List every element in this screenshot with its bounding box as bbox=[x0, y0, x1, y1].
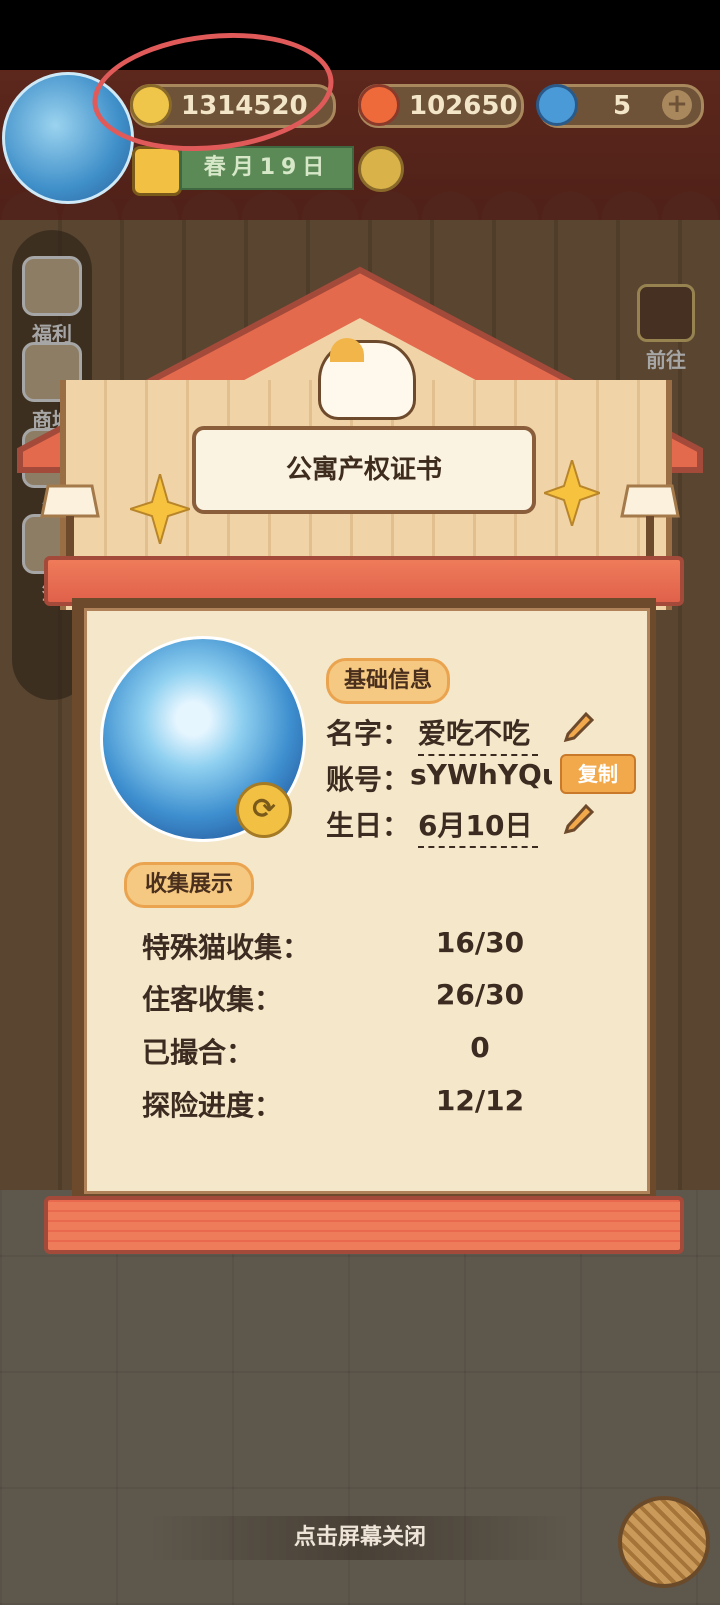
pencil-icon bbox=[563, 711, 595, 743]
collection-badge: 收集展示 bbox=[124, 862, 254, 908]
flame-icon bbox=[358, 84, 400, 126]
basic-info-badge: 基础信息 bbox=[326, 658, 450, 704]
special-cat-value: 16/30 bbox=[435, 926, 525, 959]
adventure-label: 探险进度： bbox=[142, 1089, 283, 1122]
wall-lamp-right-icon bbox=[620, 476, 680, 566]
add-fish-button[interactable]: + bbox=[662, 90, 692, 120]
copy-account-button[interactable]: 复制 bbox=[560, 754, 636, 794]
plus-icon: + bbox=[666, 89, 688, 119]
edit-birthday-button[interactable] bbox=[562, 800, 596, 835]
weather-icon[interactable] bbox=[358, 146, 404, 192]
resident-value: 26/30 bbox=[435, 978, 525, 1011]
scroll-bottom-bar bbox=[44, 1196, 684, 1254]
pencil-icon bbox=[563, 803, 595, 835]
wall-lamp-left-icon bbox=[40, 476, 100, 566]
birthday-label: 生日： bbox=[326, 809, 411, 842]
calendar-icon[interactable] bbox=[132, 146, 182, 196]
matched-value: 0 bbox=[470, 1031, 490, 1064]
adventure-value: 12/12 bbox=[435, 1084, 525, 1117]
resident-label: 住客收集： bbox=[142, 983, 283, 1016]
matched-label: 已撮合： bbox=[142, 1036, 255, 1069]
name-value: 爱吃不吃 bbox=[418, 712, 538, 756]
sparkle-icon bbox=[544, 460, 600, 526]
account-value: sYWhYQug bbox=[410, 758, 552, 791]
flame-count: 102650 bbox=[409, 91, 518, 121]
name-label: 名字： bbox=[326, 717, 411, 750]
fish-count: 5 bbox=[613, 91, 632, 121]
certificate-title: 公寓产权证书 bbox=[192, 426, 536, 514]
birthday-value: 6月10日 bbox=[418, 804, 538, 848]
special-cat-label: 特殊猫收集： bbox=[142, 931, 311, 964]
account-label: 账号： bbox=[326, 763, 411, 796]
edit-name-button[interactable] bbox=[562, 708, 596, 743]
status-bar bbox=[0, 0, 720, 70]
fish-icon bbox=[536, 84, 578, 126]
swap-avatar-icon[interactable]: ⟳ bbox=[236, 782, 292, 838]
close-hint[interactable]: 点击屏幕关闭 bbox=[150, 1516, 570, 1560]
calendar-date: 春月19日 bbox=[180, 146, 354, 190]
yarn-ball-icon[interactable] bbox=[618, 1496, 710, 1588]
sparkle-icon bbox=[130, 474, 190, 544]
